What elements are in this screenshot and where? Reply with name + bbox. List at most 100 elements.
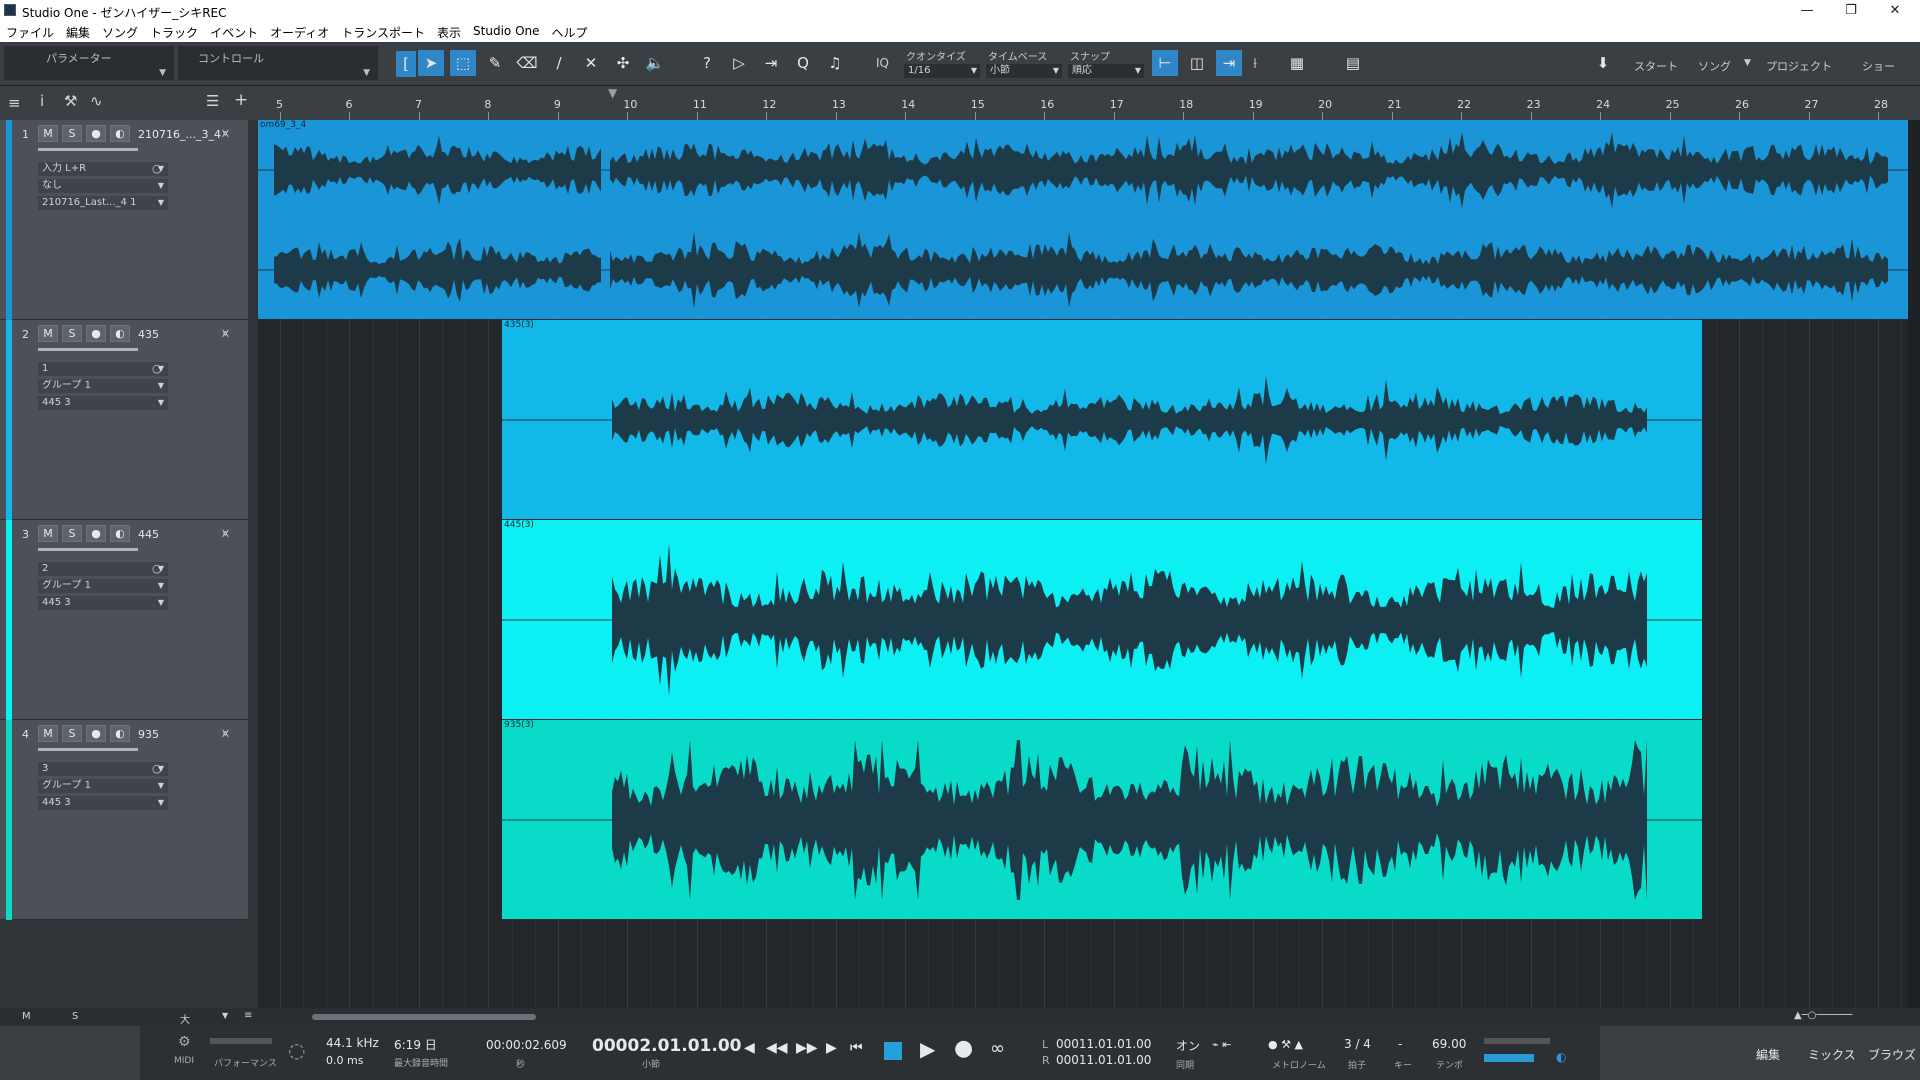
end-icon[interactable]: ▶ xyxy=(826,1040,837,1056)
layer-select[interactable]: 445 3 ▼ xyxy=(38,796,168,810)
monitor-icon[interactable]: ◐ xyxy=(110,725,130,742)
start-button[interactable]: スタート xyxy=(1634,58,1678,74)
time-signature[interactable]: 3 / 4 xyxy=(1344,1037,1371,1051)
quantize-select[interactable]: 1/16 ▼ xyxy=(904,64,980,78)
record-button[interactable]: ● xyxy=(954,1036,973,1061)
track-size-button[interactable]: 大 xyxy=(180,1011,190,1026)
monitor-toggle-icon[interactable]: ○ xyxy=(152,162,162,175)
skip-back-icon[interactable]: ⏮ xyxy=(850,1040,863,1056)
listen-tool-icon[interactable]: 🔈 xyxy=(642,50,668,76)
arrangement-view[interactable]: om69_3_4 435(3) 445(3) 935(3) xyxy=(258,120,1908,1026)
track-color-bar[interactable] xyxy=(6,120,12,320)
video-icon[interactable]: ▤ xyxy=(1340,50,1366,76)
control-dropdown[interactable]: コントロール ▼ xyxy=(178,46,378,80)
tempo-value[interactable]: 69.00 xyxy=(1432,1037,1466,1051)
mute-button[interactable]: M xyxy=(38,325,58,342)
volume-slider[interactable] xyxy=(38,148,138,151)
layer-select[interactable]: 445 3 ▼ xyxy=(38,596,168,610)
add-track-icon[interactable]: + xyxy=(234,90,248,110)
sync-value[interactable]: オン xyxy=(1176,1037,1200,1054)
return-to-zero-icon[interactable]: ◀ xyxy=(744,1040,755,1056)
toggle-icon[interactable]: ◐ xyxy=(1556,1050,1566,1064)
edit-button[interactable]: 編集 xyxy=(1756,1046,1780,1063)
headphone-icon[interactable]: ♫ xyxy=(822,50,848,76)
parameter-dropdown[interactable]: パラメーター ▼ xyxy=(4,46,174,80)
record-arm-icon[interactable]: ● xyxy=(86,525,106,542)
track-color-bar[interactable] xyxy=(6,320,12,520)
loop-right-value[interactable]: 00011.01.01.00 xyxy=(1056,1053,1151,1067)
input-select[interactable]: 入力 L+R ▼ xyxy=(38,162,168,176)
track-header[interactable]: 1 M S ● ◐ 210716_..._3_4 ⩙ 入力 L+R ▼ なし ▼ 2… xyxy=(0,120,248,320)
group-select[interactable]: グループ 1 ▼ xyxy=(38,779,168,793)
precount-icon[interactable]: ⌁ ⇤ xyxy=(1212,1038,1231,1051)
volume-slider[interactable] xyxy=(38,348,138,351)
solo-button[interactable]: S xyxy=(62,325,82,342)
monitor-toggle-icon[interactable]: ○ xyxy=(152,762,162,775)
waveform-icon[interactable]: ⩙ xyxy=(222,726,229,741)
monitor-icon[interactable]: ◐ xyxy=(110,525,130,542)
loop-left-value[interactable]: 00011.01.01.00 xyxy=(1056,1037,1151,1051)
menu-event[interactable]: イベント xyxy=(204,22,264,42)
record-arm-icon[interactable]: ● xyxy=(86,125,106,142)
solo-button[interactable]: S xyxy=(62,725,82,742)
waveform-icon[interactable]: ⩙ xyxy=(222,326,229,341)
output-volume[interactable] xyxy=(1484,1054,1534,1062)
play-button[interactable]: ▶ xyxy=(920,1037,935,1061)
eraser-tool-icon[interactable]: ⌫ xyxy=(514,50,540,76)
arrow-tool-icon[interactable]: ➤ xyxy=(418,50,444,76)
metronome-icon[interactable]: ● ⚒ ▲ xyxy=(1268,1038,1303,1051)
time-seconds[interactable]: 00:00:02.609 xyxy=(486,1038,567,1052)
snap-event-icon[interactable]: ◫ xyxy=(1184,50,1210,76)
menu-audio[interactable]: オーディオ xyxy=(264,22,335,42)
rewind-icon[interactable]: ◀◀ xyxy=(766,1040,788,1056)
snap-cursor-icon[interactable]: ⇥ xyxy=(1216,50,1242,76)
show-button[interactable]: ショー xyxy=(1862,58,1895,74)
wrench-icon[interactable]: ⚒ xyxy=(64,92,77,110)
audio-event[interactable]: 435(3) xyxy=(502,320,1702,519)
input-select[interactable]: 1 ▼ xyxy=(38,362,168,376)
group-select[interactable]: グループ 1 ▼ xyxy=(38,579,168,593)
help-icon[interactable]: ? xyxy=(694,50,720,76)
track-name[interactable]: 445 xyxy=(138,528,159,541)
track-header[interactable]: 2 M S ● ◐ 435 ⩙ 1 ▼ グループ 1 ▼ 445 3 ▼ ○ xyxy=(0,320,248,520)
close-button[interactable]: ✕ xyxy=(1872,0,1918,22)
input-select[interactable]: 3 ▼ xyxy=(38,762,168,776)
waveform-icon[interactable]: ⩙ xyxy=(222,526,229,541)
volume-slider[interactable] xyxy=(38,548,138,551)
input-select[interactable]: 2 ▼ xyxy=(38,562,168,576)
monitor-icon[interactable]: ◐ xyxy=(110,125,130,142)
menu-transport[interactable]: トランスポート xyxy=(335,22,431,42)
menu-help[interactable]: ヘルプ xyxy=(546,22,594,42)
maximize-button[interactable]: ❐ xyxy=(1828,0,1874,22)
paint-tool-icon[interactable]: ∕ xyxy=(546,50,572,76)
group-select[interactable]: グループ 1 ▼ xyxy=(38,379,168,393)
browse-button[interactable]: ブラウズ xyxy=(1868,1046,1916,1063)
zoom-icon[interactable]: Q xyxy=(790,50,816,76)
track-header[interactable]: 4 M S ● ◐ 935 ⩙ 3 ▼ グループ 1 ▼ 445 3 ▼ ○ xyxy=(0,720,248,920)
layer-select[interactable]: 210716_Last..._4 1 ▼ xyxy=(38,196,168,210)
menu-edit[interactable]: 編集 xyxy=(60,22,96,42)
fast-forward-icon[interactable]: ▶▶ xyxy=(796,1040,818,1056)
chevron-down-icon[interactable]: ▼ xyxy=(1744,58,1751,68)
track-color-bar[interactable] xyxy=(6,720,12,920)
menu-track[interactable]: トラック xyxy=(144,22,204,42)
bend-tool-icon[interactable]: ✣ xyxy=(610,50,636,76)
mute-button[interactable]: M xyxy=(38,525,58,542)
snap-grid-icon[interactable]: ⊢ xyxy=(1152,50,1178,76)
track-color-bar[interactable] xyxy=(6,520,12,720)
chevron-down-icon[interactable]: ▼ xyxy=(222,1011,228,1020)
monitor-icon[interactable]: ◐ xyxy=(110,325,130,342)
layer-select[interactable]: 445 3 ▼ xyxy=(38,396,168,410)
menu-studio-one[interactable]: Studio One xyxy=(467,22,545,42)
autoscroll-icon[interactable]: ▷ xyxy=(726,50,752,76)
mute-button[interactable]: M xyxy=(38,725,58,742)
split-tool-icon[interactable]: ✎ xyxy=(482,50,508,76)
playhead-marker[interactable]: ▼ xyxy=(608,86,617,100)
horizontal-scrollbar[interactable] xyxy=(312,1014,536,1020)
audio-event[interactable]: om69_3_4 xyxy=(258,120,1908,319)
solo-all-button[interactable]: S xyxy=(72,1011,78,1022)
mute-button[interactable]: M xyxy=(38,125,58,142)
key-value[interactable]: - xyxy=(1398,1037,1402,1051)
menu-song[interactable]: ソング xyxy=(96,22,144,42)
stop-button[interactable] xyxy=(884,1042,902,1060)
